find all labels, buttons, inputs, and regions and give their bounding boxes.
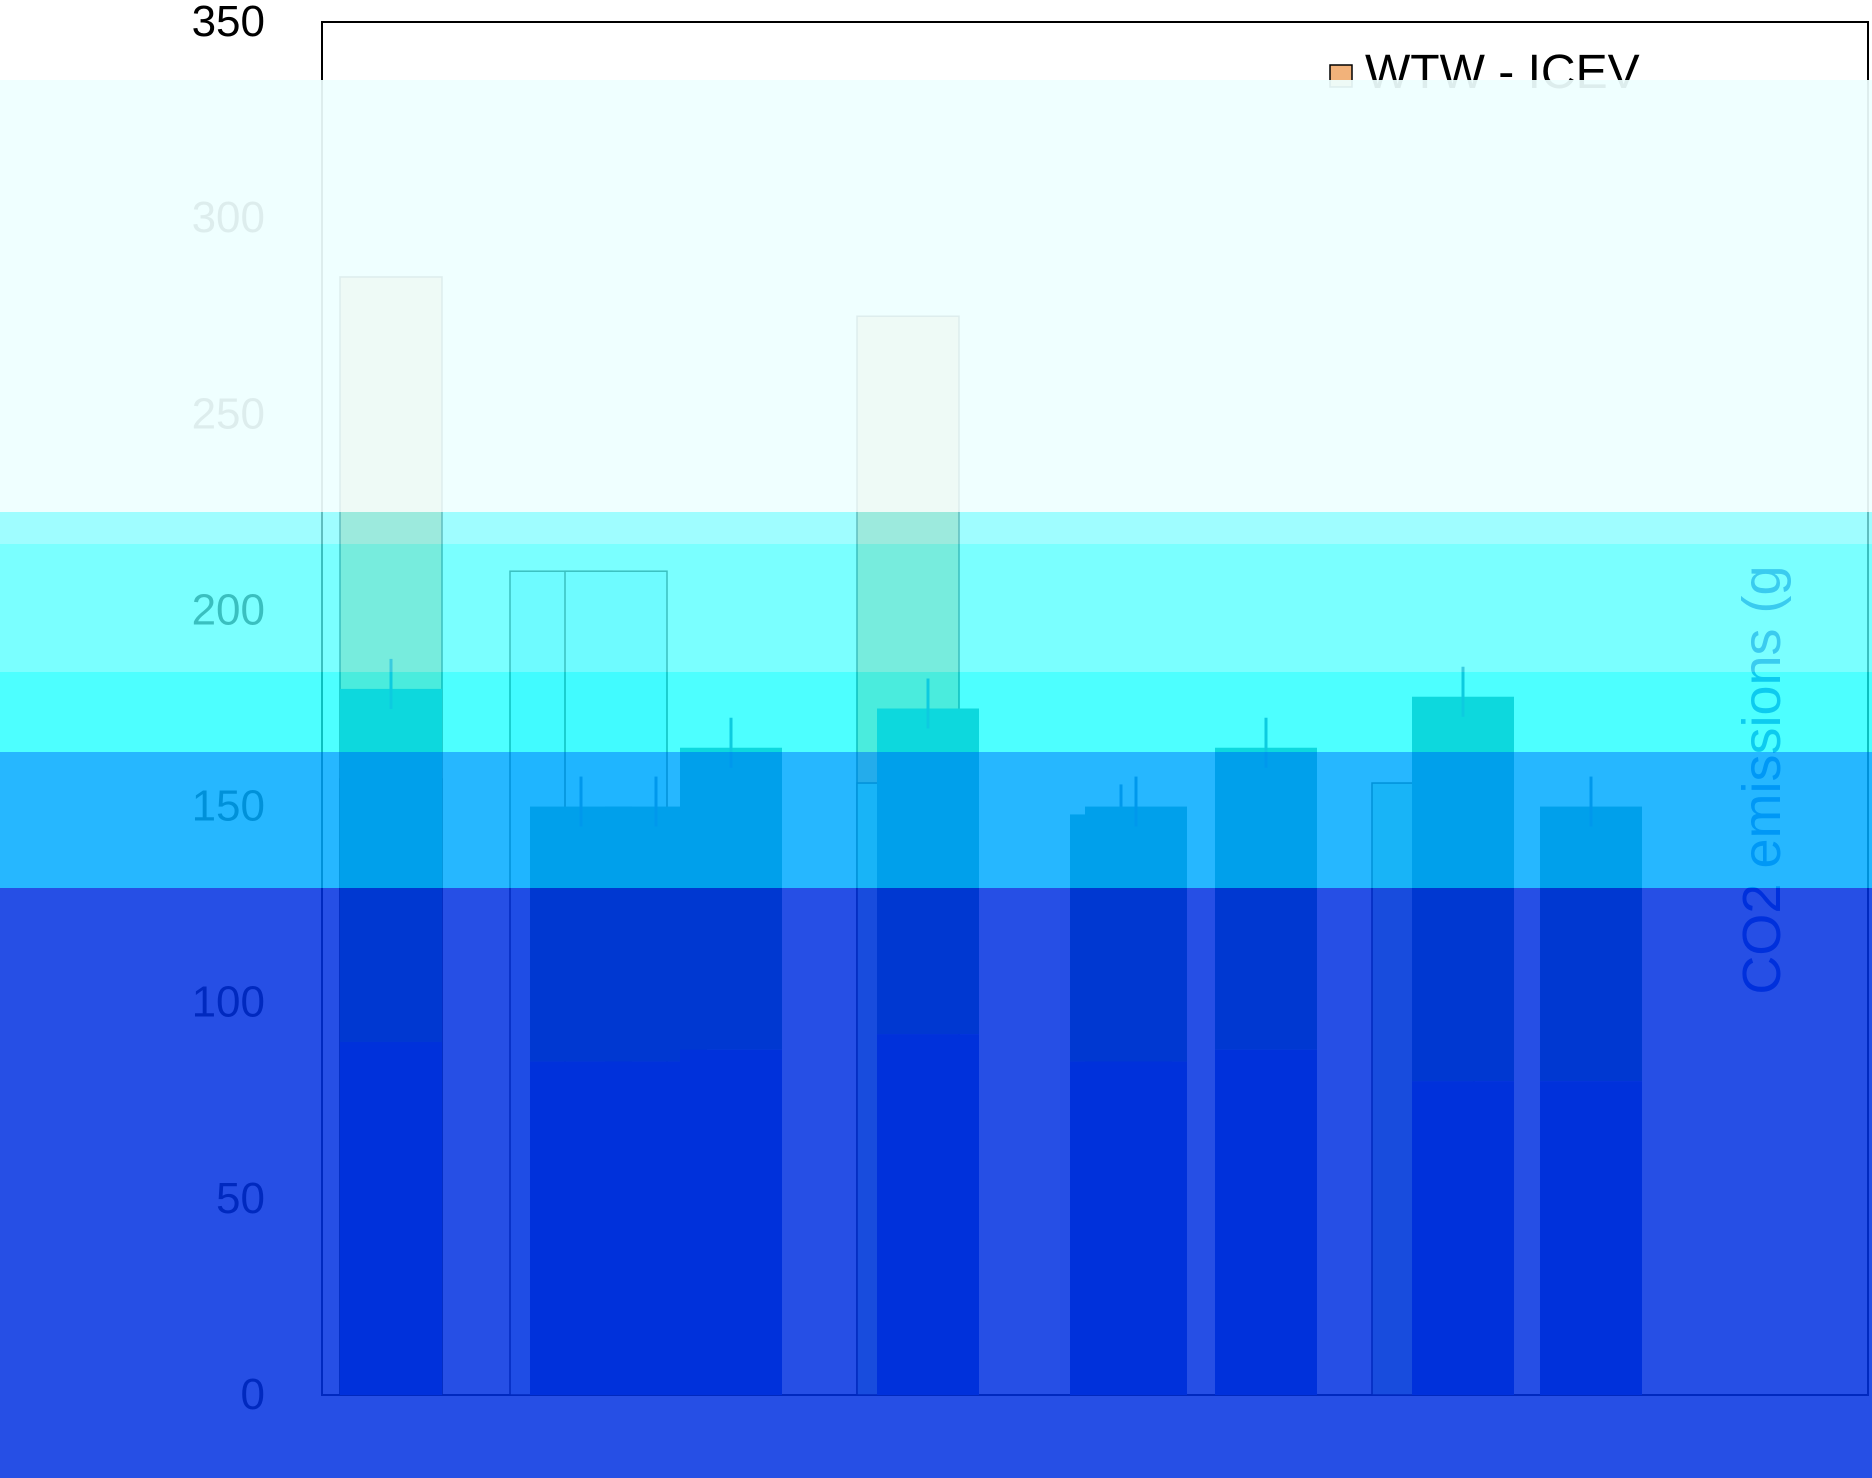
overlay-band-5: [0, 752, 1872, 888]
overlay-band-2: [0, 512, 1872, 544]
y-tick-label: 350: [192, 0, 265, 46]
overlay-band-6: [0, 888, 1872, 1478]
overlay-band-3: [0, 544, 1872, 672]
overlay-band-1: [0, 80, 1872, 512]
co2-bar-chart: 050100150200250300350WTW - ICEVCO2 emiss…: [0, 0, 1872, 1478]
overlay-band-4: [0, 672, 1872, 752]
